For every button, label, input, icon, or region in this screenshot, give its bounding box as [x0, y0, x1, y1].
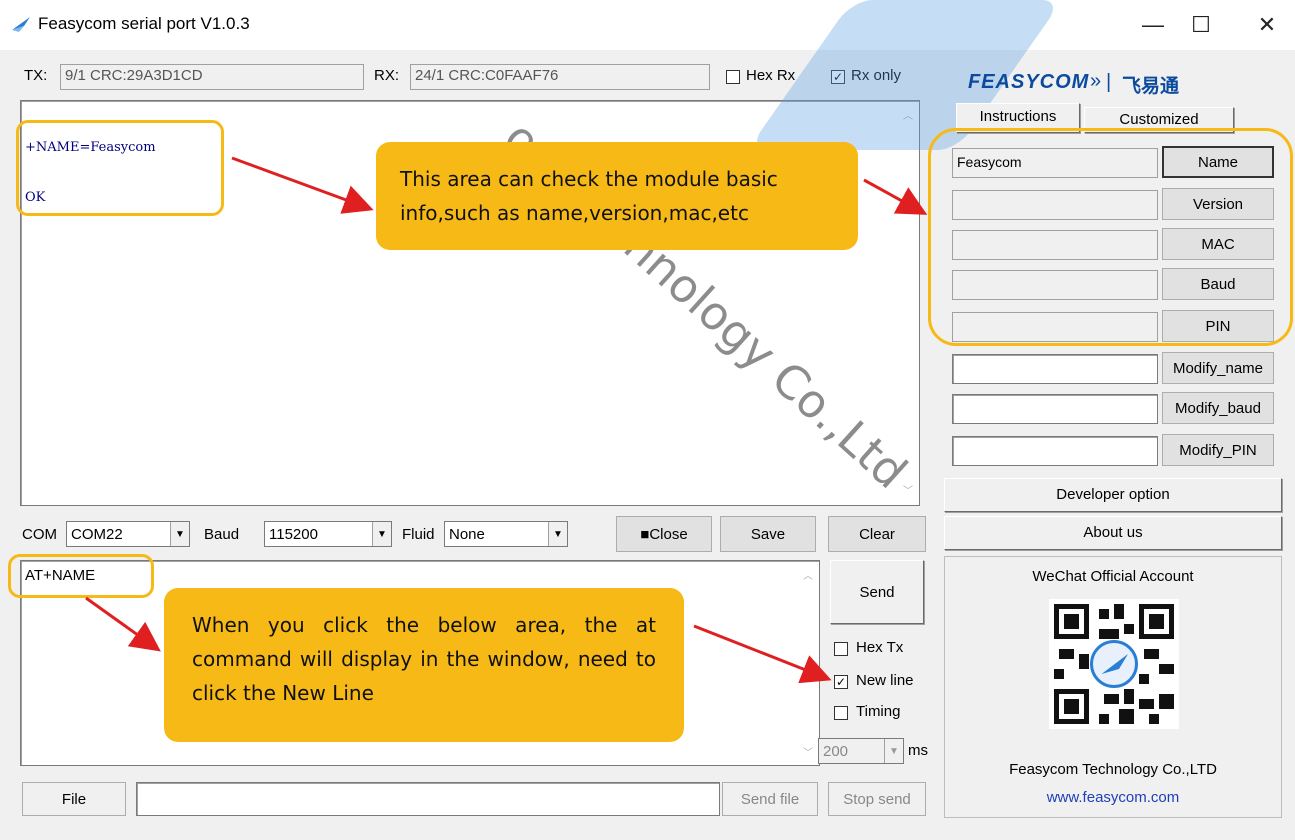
fluid-select-value: None [449, 525, 485, 543]
rx-status-field: 24/1 CRC:C0FAAF76 [410, 64, 710, 90]
top-callout: This area can check the module basic inf… [376, 142, 858, 250]
window-title: Feasycom serial port V1.0.3 [38, 14, 250, 33]
fluid-label: Fluid [402, 526, 435, 543]
modify-pin-button[interactable]: Modify_PIN [1162, 434, 1274, 466]
close-port-button[interactable]: ■Close [616, 516, 712, 552]
timing-label: Timing [856, 703, 901, 720]
interval-select[interactable]: 200 ▼ [818, 738, 904, 764]
modify-baud-input[interactable] [952, 394, 1158, 424]
save-button[interactable]: Save [720, 516, 816, 552]
hex-tx-label: Hex Tx [856, 639, 904, 656]
wechat-website-link[interactable]: www.feasycom.com [945, 789, 1281, 806]
brand-chinese: 飞易通 [1122, 75, 1180, 97]
wechat-title: WeChat Official Account [1032, 568, 1194, 585]
new-line-checkbox[interactable]: ✓ [834, 675, 848, 689]
receive-highlight [16, 120, 224, 216]
app-icon [12, 17, 30, 32]
modify-pin-input[interactable] [952, 436, 1158, 466]
baud-select-value: 115200 [269, 525, 318, 543]
modify-name-button[interactable]: Modify_name [1162, 352, 1274, 384]
maximize-icon[interactable]: ☐ [1178, 8, 1224, 42]
chevron-down-icon[interactable]: ▼ [548, 522, 567, 546]
developer-option-button[interactable]: Developer option [944, 478, 1282, 512]
wechat-panel: WeChat Official Account Feasycom Technol… [944, 556, 1282, 818]
chevron-down-icon[interactable]: ▼ [884, 739, 903, 763]
brand-separator: | [1106, 71, 1112, 93]
brand-wave-icon: » [1090, 70, 1102, 92]
baud-select[interactable]: 115200 ▼ [264, 521, 392, 547]
send-file-button[interactable]: Send file [722, 782, 818, 816]
timing-checkbox[interactable] [834, 706, 848, 720]
scroll-up-icon[interactable]: ︿ [803, 567, 813, 582]
brand-logo: FEASYCOM [968, 71, 1090, 93]
file-path-field[interactable] [136, 782, 720, 816]
minimize-icon[interactable]: — [1130, 8, 1176, 42]
hex-rx-label: Hex Rx [746, 67, 796, 84]
modify-baud-button[interactable]: Modify_baud [1162, 392, 1274, 424]
about-us-button[interactable]: About us [944, 516, 1282, 550]
info-panel-highlight [928, 128, 1293, 346]
scroll-down-icon[interactable]: ﹀ [803, 744, 813, 759]
new-line-label: New line [856, 672, 914, 689]
close-icon[interactable]: ✕ [1244, 8, 1290, 42]
chevron-down-icon[interactable]: ▼ [372, 522, 391, 546]
bottom-callout: When you click the below area, the at co… [164, 588, 684, 742]
com-select[interactable]: COM22 ▼ [66, 521, 190, 547]
baud-label: Baud [204, 526, 240, 543]
tx-label: TX: [24, 67, 48, 84]
qr-code-icon [1049, 599, 1179, 729]
modify-name-input[interactable] [952, 354, 1158, 384]
stop-send-button[interactable]: Stop send [828, 782, 926, 816]
file-button[interactable]: File [22, 782, 126, 816]
rx-label: RX: [374, 67, 400, 84]
send-input-highlight [8, 554, 154, 598]
scroll-down-icon[interactable]: ﹀ [903, 482, 913, 497]
tx-status-field: 9/1 CRC:29A3D1CD [60, 64, 364, 90]
interval-select-value: 200 [823, 742, 849, 760]
send-button[interactable]: Send [830, 560, 924, 624]
fluid-select[interactable]: None ▼ [444, 521, 568, 547]
interval-unit: ms [908, 742, 928, 759]
hex-rx-checkbox[interactable] [726, 70, 740, 84]
chevron-down-icon[interactable]: ▼ [170, 522, 189, 546]
com-label: COM [22, 526, 57, 543]
com-select-value: COM22 [71, 525, 123, 543]
wechat-company: Feasycom Technology Co.,LTD [1009, 761, 1217, 778]
clear-button[interactable]: Clear [828, 516, 926, 552]
hex-tx-checkbox[interactable] [834, 642, 848, 656]
